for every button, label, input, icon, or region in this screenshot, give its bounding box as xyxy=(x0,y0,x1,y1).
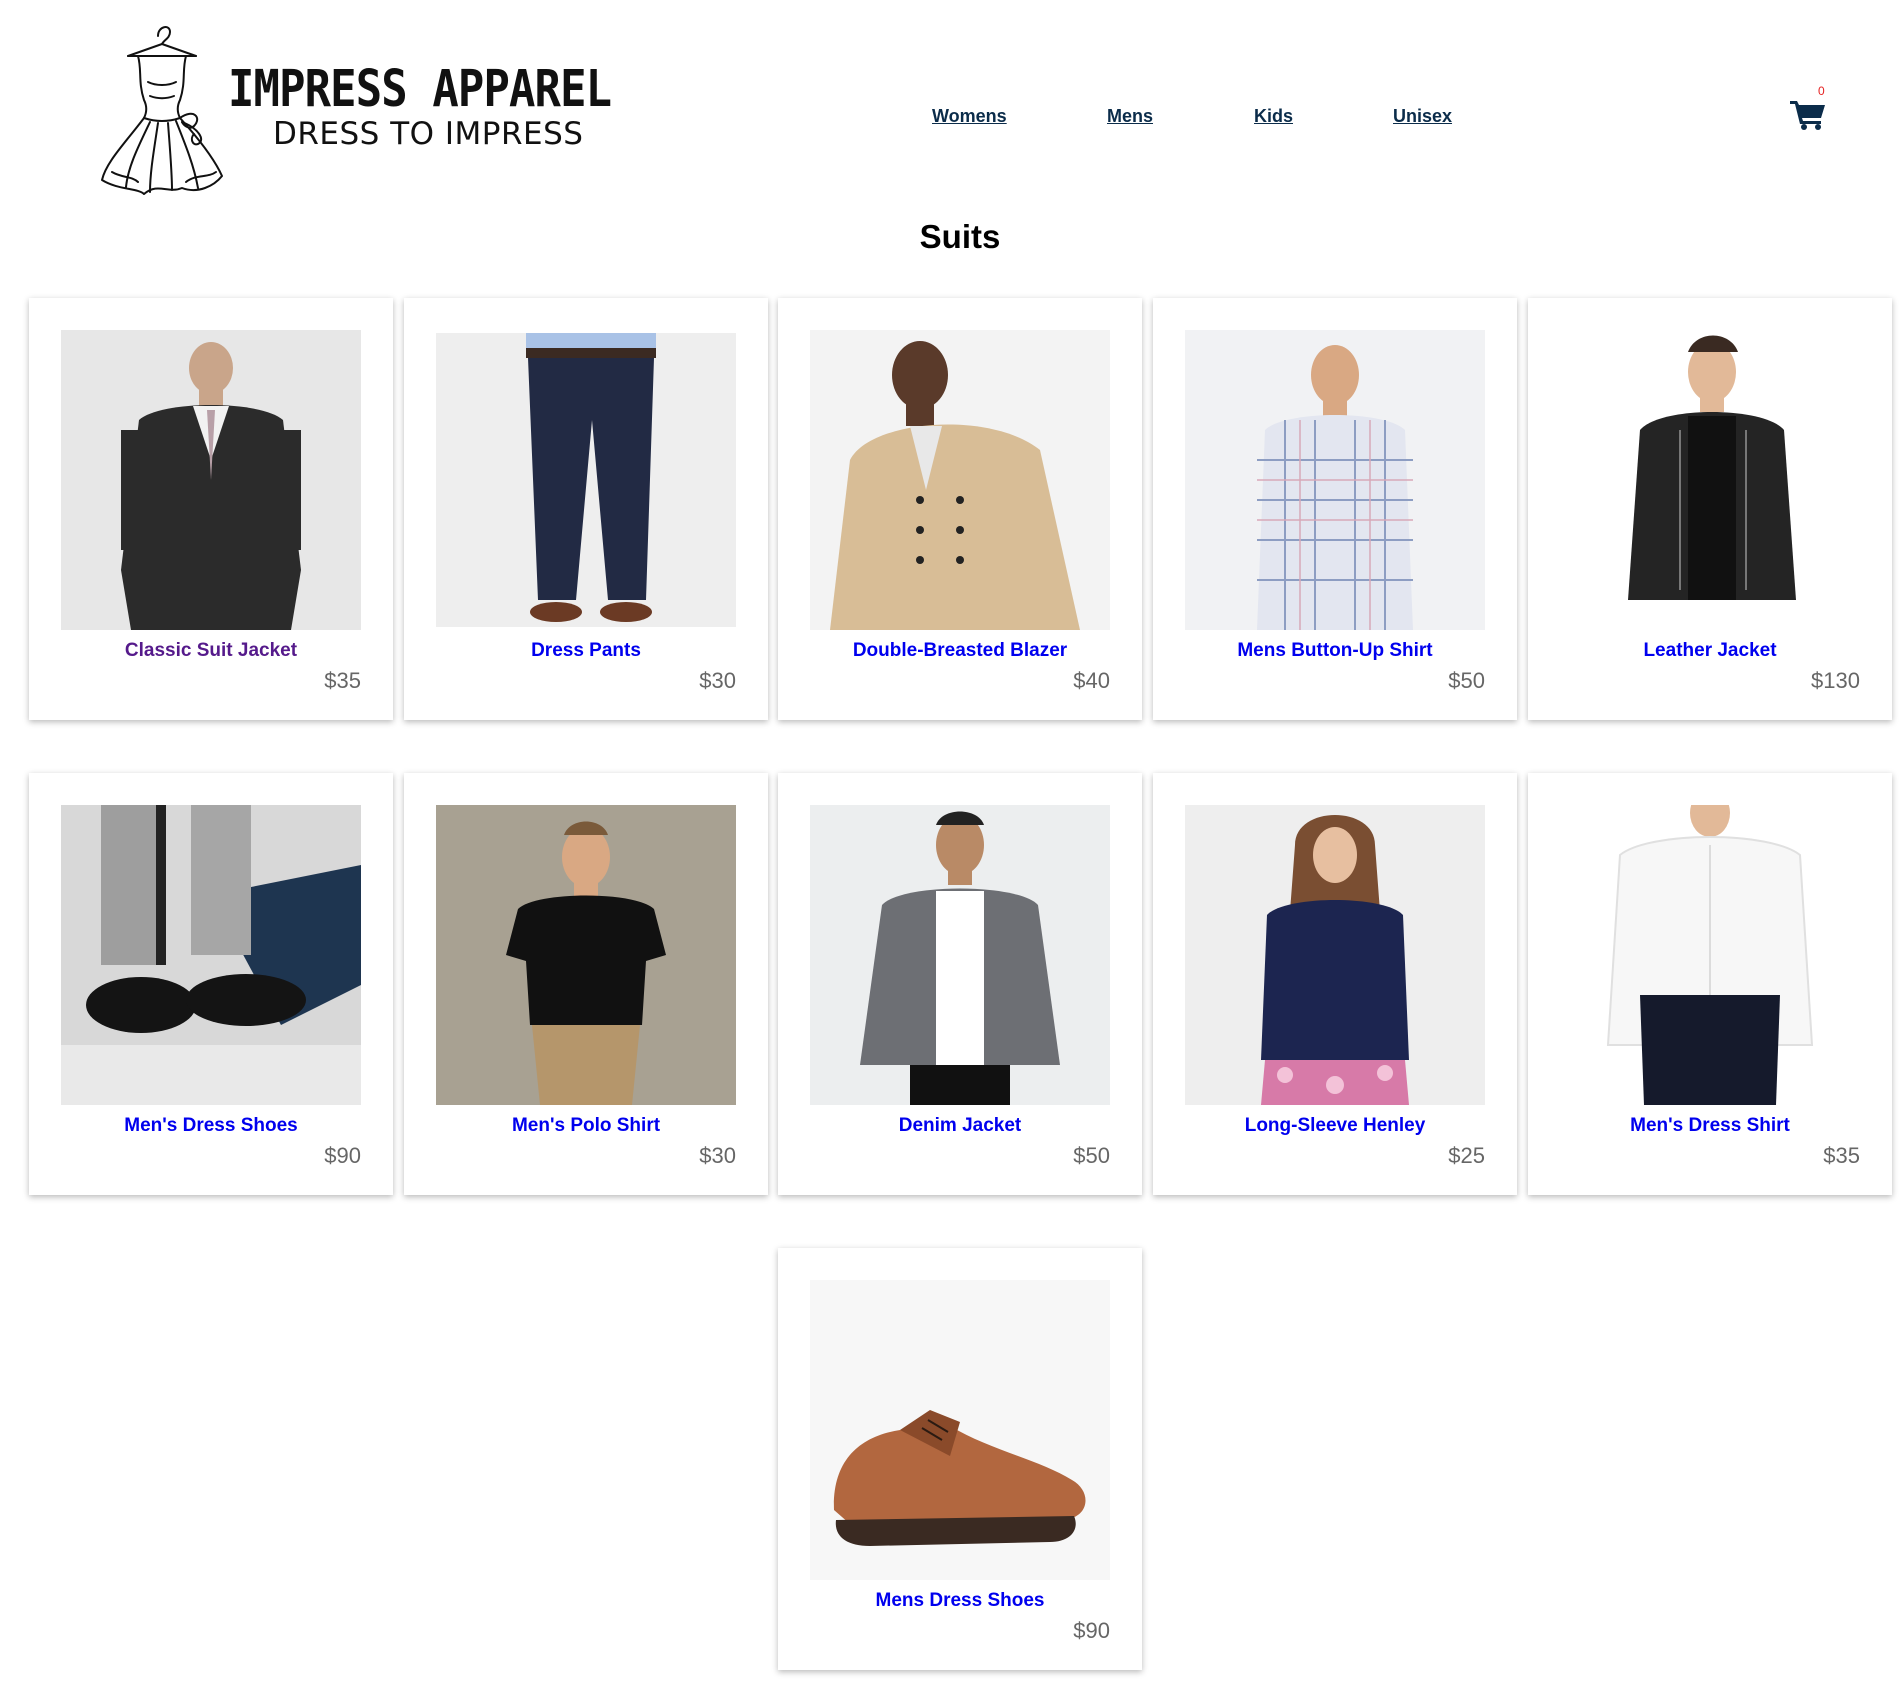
product-card: Classic Suit Jacket $35 xyxy=(29,298,393,720)
shopping-cart-icon xyxy=(1790,101,1825,130)
product-name-link[interactable]: Mens Dress Shoes xyxy=(778,1590,1142,1612)
product-name-link[interactable]: Men's Dress Shoes xyxy=(29,1115,393,1137)
product-image[interactable] xyxy=(1185,330,1485,630)
product-image[interactable] xyxy=(436,805,736,1105)
nav-link-mens[interactable]: Mens xyxy=(1107,106,1153,127)
product-image[interactable] xyxy=(1560,805,1860,1105)
product-card: Mens Button-Up Shirt $50 xyxy=(1153,298,1517,720)
derby-shoe-photo xyxy=(810,1280,1110,1580)
main-nav: Womens Mens Kids Unisex xyxy=(0,106,1903,130)
nav-link-womens[interactable]: Womens xyxy=(932,106,1007,127)
product-price: $90 xyxy=(324,1143,361,1168)
product-price: $35 xyxy=(324,668,361,693)
blazer-photo xyxy=(810,330,1110,630)
dress-pants-photo xyxy=(436,333,736,627)
site-header: IMPRESS APPAREL DRESS TO IMPRESS Womens … xyxy=(0,0,1903,210)
product-card: Long-Sleeve Henley $25 xyxy=(1153,773,1517,1195)
product-card: Dress Pants $30 xyxy=(404,298,768,720)
product-price: $30 xyxy=(699,668,736,693)
dress-shirt-photo xyxy=(1560,805,1860,1105)
product-card: Men's Dress Shoes $90 xyxy=(29,773,393,1195)
suit-jacket-photo xyxy=(61,330,361,630)
product-price: $50 xyxy=(1073,1143,1110,1168)
cart-count-badge: 0 xyxy=(1818,84,1825,98)
polo-shirt-photo xyxy=(436,805,736,1105)
product-card: Leather Jacket $130 xyxy=(1528,298,1892,720)
nav-link-kids[interactable]: Kids xyxy=(1254,106,1293,127)
product-image[interactable] xyxy=(61,330,361,630)
product-name-link[interactable]: Mens Button-Up Shirt xyxy=(1153,640,1517,662)
page-title: Suits xyxy=(919,218,1001,255)
plaid-shirt-photo xyxy=(1185,330,1485,630)
product-price: $40 xyxy=(1073,668,1110,693)
product-card: Denim Jacket $50 xyxy=(778,773,1142,1195)
product-image[interactable] xyxy=(436,330,736,630)
product-price: $25 xyxy=(1448,1143,1485,1168)
product-name-link[interactable]: Long-Sleeve Henley xyxy=(1153,1115,1517,1137)
product-price: $90 xyxy=(1073,1618,1110,1643)
product-card: Double-Breasted Blazer $40 xyxy=(778,298,1142,720)
cart-button[interactable]: 0 xyxy=(1790,84,1834,130)
product-name-link[interactable]: Double-Breasted Blazer xyxy=(778,640,1142,662)
denim-jacket-photo xyxy=(810,805,1110,1105)
tassel-loafers-photo xyxy=(61,805,361,1105)
product-image[interactable] xyxy=(810,1280,1110,1580)
product-price: $35 xyxy=(1823,1143,1860,1168)
product-card: Men's Polo Shirt $30 xyxy=(404,773,768,1195)
product-name-link[interactable]: Men's Polo Shirt xyxy=(404,1115,768,1137)
product-image[interactable] xyxy=(1560,330,1860,630)
product-image[interactable] xyxy=(1185,805,1485,1105)
product-name-link[interactable]: Denim Jacket xyxy=(778,1115,1142,1137)
henley-photo xyxy=(1185,805,1485,1105)
product-name-link[interactable]: Men's Dress Shirt xyxy=(1528,1115,1892,1137)
product-name-link[interactable]: Leather Jacket xyxy=(1528,640,1892,662)
product-price: $130 xyxy=(1811,668,1860,693)
product-card: Men's Dress Shirt $35 xyxy=(1528,773,1892,1195)
product-name-link[interactable]: Classic Suit Jacket xyxy=(29,640,393,662)
product-price: $30 xyxy=(699,1143,736,1168)
product-image[interactable] xyxy=(810,330,1110,630)
product-image[interactable] xyxy=(61,805,361,1105)
product-price: $50 xyxy=(1448,668,1485,693)
leather-jacket-photo xyxy=(1560,330,1860,630)
nav-link-unisex[interactable]: Unisex xyxy=(1393,106,1452,127)
product-image[interactable] xyxy=(810,805,1110,1105)
product-card: Mens Dress Shoes $90 xyxy=(778,1248,1142,1670)
product-name-link[interactable]: Dress Pants xyxy=(404,640,768,662)
